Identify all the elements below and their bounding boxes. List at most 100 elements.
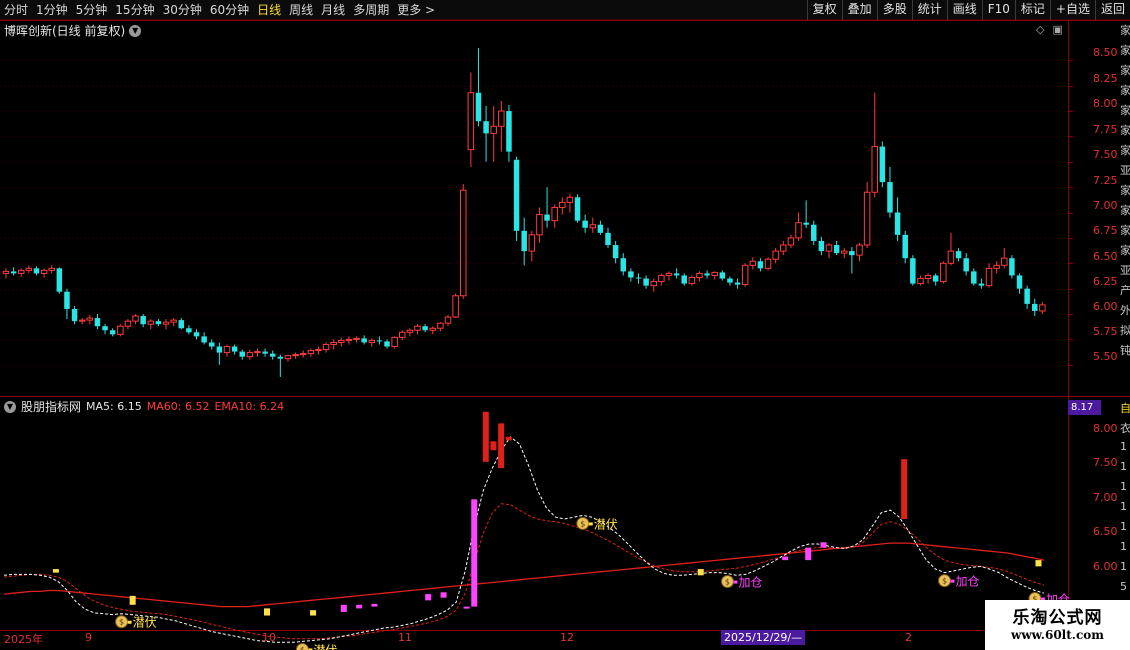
- candle-body: [910, 258, 916, 284]
- candle-body: [833, 245, 840, 254]
- candle-body: [17, 269, 25, 274]
- indicator-tick: 6.50: [1093, 525, 1118, 538]
- candle-body: [811, 224, 817, 241]
- signal-bar: [425, 594, 432, 601]
- signal-label: 加仓: [738, 576, 762, 590]
- candle-body: [795, 222, 802, 239]
- signal-bar: [1035, 560, 1042, 567]
- candle-body: [483, 121, 489, 134]
- price-tick: 8.25: [1093, 72, 1118, 85]
- signal-bar: [490, 441, 497, 451]
- candle-body: [1024, 288, 1030, 304]
- candle-body: [978, 283, 985, 286]
- candle-body: [1016, 275, 1023, 289]
- candle-body: [170, 319, 177, 323]
- candle-body: [239, 351, 245, 357]
- signal-bar: [356, 604, 363, 609]
- signal-bar: [52, 569, 59, 573]
- candle-body: [223, 346, 231, 354]
- candle-body: [299, 353, 307, 356]
- candle-body: [277, 356, 284, 359]
- side-panel-char: 家: [1120, 204, 1130, 217]
- candle-body: [330, 341, 337, 345]
- candle-body: [650, 281, 657, 287]
- candle-body: [582, 220, 588, 228]
- candle-body: [947, 250, 955, 264]
- side-panel-char: 拟: [1120, 324, 1130, 337]
- candle-body: [963, 258, 969, 272]
- candle-body: [193, 332, 200, 337]
- candle-body: [162, 321, 170, 325]
- candle-body: [209, 342, 215, 347]
- price-tick: 6.00: [1093, 300, 1118, 313]
- signal-bar: [805, 547, 812, 561]
- indicator-tick: 8.00: [1093, 422, 1118, 435]
- candle-body: [124, 320, 132, 327]
- signal-bar: [901, 459, 908, 520]
- chart-canvas[interactable]: $潜伏$潜伏$潜伏$加仓$加仓$加仓$潜伏$加仓$加仓$潜伏: [0, 0, 1130, 650]
- side-panel-char: 1: [1120, 440, 1127, 453]
- candle-body: [894, 212, 901, 235]
- money-bag-symbol: $: [942, 577, 947, 586]
- side-panel-char: 自: [1120, 402, 1130, 415]
- candle-body: [696, 272, 703, 278]
- indicator-menu-icon[interactable]: ▼: [4, 400, 16, 413]
- candle-body: [521, 230, 527, 252]
- signal-label: 潜伏: [133, 616, 157, 630]
- candle-body: [902, 234, 908, 259]
- candle-body: [1001, 257, 1008, 266]
- candle-body: [40, 269, 48, 274]
- app-window: 分时 1分钟 5分钟 15分钟 30分钟 60分钟 日线 周线 月线 多周期 更…: [0, 0, 1130, 650]
- candle-body: [924, 274, 932, 280]
- candle-body: [605, 232, 611, 246]
- price-tick: 7.75: [1093, 123, 1118, 136]
- signal-bar: [264, 608, 270, 616]
- candle-body: [849, 251, 855, 256]
- candle-body: [338, 339, 345, 343]
- candle-body: [955, 251, 962, 259]
- candle-body: [681, 275, 687, 284]
- candle-body: [887, 182, 893, 213]
- candle-body: [71, 308, 78, 322]
- side-panel-char: 家: [1120, 244, 1130, 257]
- candle-body: [56, 268, 63, 292]
- candle-body: [780, 244, 787, 252]
- candle-body: [688, 276, 696, 285]
- signal-bar: [782, 556, 789, 561]
- signal-bar: [340, 604, 347, 612]
- candle-body: [384, 341, 390, 347]
- side-panel-char: 外: [1120, 304, 1130, 317]
- candle-body: [284, 355, 292, 360]
- candle-body: [559, 201, 566, 208]
- candle-body: [422, 326, 428, 331]
- candle-body: [117, 325, 124, 335]
- signal-bar: [482, 411, 489, 462]
- candle-body: [147, 320, 155, 325]
- candle-body: [787, 237, 795, 246]
- candle-body: [246, 352, 254, 358]
- price-tick: 7.50: [1093, 148, 1118, 161]
- side-panel-char: 1: [1120, 540, 1127, 553]
- side-panel-char: 家: [1120, 24, 1130, 37]
- candle-body: [704, 273, 710, 276]
- indicator-tick: 7.00: [1093, 491, 1118, 504]
- price-tick: 8.50: [1093, 46, 1118, 59]
- side-panel-char: 1: [1120, 520, 1127, 533]
- candle-body: [1032, 303, 1038, 311]
- candle-body: [399, 331, 406, 338]
- side-panel-char: 家: [1120, 84, 1130, 97]
- candle-body: [140, 316, 146, 325]
- candle-body: [109, 330, 116, 335]
- candle-body: [429, 327, 436, 331]
- side-panel-char: 家: [1120, 184, 1130, 197]
- candle-body: [254, 351, 261, 354]
- side-panel-char: 衣: [1120, 422, 1130, 435]
- signal-bar: [505, 436, 512, 441]
- candle-body: [475, 92, 482, 122]
- price-tick: 6.50: [1093, 250, 1118, 263]
- candle-body: [459, 189, 467, 297]
- side-panel-char: 1: [1120, 560, 1127, 573]
- candle-body: [406, 329, 414, 333]
- candle-body: [262, 351, 268, 354]
- candle-body: [231, 346, 238, 352]
